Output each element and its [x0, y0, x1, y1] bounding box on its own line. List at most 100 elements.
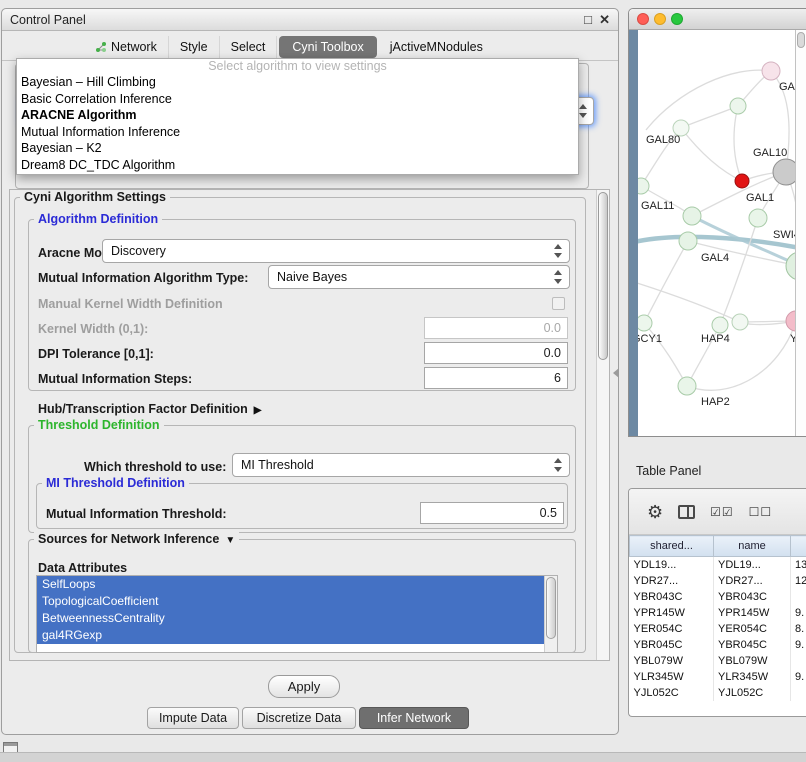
table-cell[interactable]: YLR345W	[630, 669, 714, 685]
close-icon[interactable]: ✕	[599, 12, 610, 28]
list-item-selected[interactable]: TopologicalCoefficient	[37, 593, 544, 610]
table-cell[interactable]: YPR145W	[714, 605, 791, 621]
scrollbar-thumb[interactable]	[797, 32, 805, 48]
list-item-selected[interactable]: gal4RGexp	[37, 627, 544, 644]
control-panel-titlebar[interactable]: Control Panel □ ✕	[2, 9, 618, 31]
tab-discretize-data[interactable]: Discretize Data	[242, 707, 356, 729]
network-node-gal11[interactable]	[683, 207, 701, 225]
network-scrollbar[interactable]	[795, 30, 806, 436]
table-row[interactable]: YBL079WYBL079W	[630, 653, 806, 669]
network-node[interactable]	[762, 62, 780, 80]
minimize-traffic-light-icon[interactable]	[654, 13, 666, 25]
mi-type-combobox[interactable]: Naive Bayes	[268, 265, 570, 289]
network-node-swi4[interactable]	[786, 252, 795, 280]
menu-item-dream8[interactable]: Dream8 DC_TDC Algorithm	[17, 157, 578, 174]
table-cell[interactable]: 8.	[791, 621, 806, 637]
network-node-selected[interactable]	[735, 174, 749, 188]
table-row[interactable]: YDR27...YDR27...12	[630, 573, 806, 589]
table-cell[interactable]: YBL079W	[630, 653, 714, 669]
list-item-selected[interactable]: SelfLoops	[37, 576, 544, 593]
table-row[interactable]: YPR145WYPR145W9.	[630, 605, 806, 621]
tab-network[interactable]: Network	[84, 36, 169, 58]
network-node[interactable]	[638, 178, 649, 194]
table-cell[interactable]: YBR045C	[630, 637, 714, 653]
network-node-gal1[interactable]	[749, 209, 767, 227]
network-edge[interactable]	[644, 241, 688, 323]
network-node-gal10[interactable]	[773, 159, 795, 185]
table-cell[interactable]: 9.	[791, 605, 806, 621]
network-edge[interactable]	[681, 106, 738, 128]
network-edge-highlighted[interactable]	[638, 237, 795, 248]
network-canvas[interactable]: GAL GAL80 GAL10 GAL11 GAL1 SWI4 GAL4 GCY…	[638, 30, 795, 436]
zoom-traffic-light-icon[interactable]	[671, 13, 683, 25]
table-cell[interactable]: YDL19...	[714, 557, 791, 573]
tab-infer-network[interactable]: Infer Network	[359, 707, 469, 729]
table-cell[interactable]: YDL19...	[630, 557, 714, 573]
table-cell[interactable]: YJL052C	[714, 685, 791, 701]
table-cell[interactable]: YPR145W	[630, 605, 714, 621]
table-cell[interactable]: 9.	[791, 637, 806, 653]
table-cell[interactable]: YER054C	[630, 621, 714, 637]
table-cell[interactable]	[791, 589, 806, 605]
network-node-hap2[interactable]	[678, 377, 696, 395]
settings-scrollbar[interactable]	[596, 190, 609, 660]
mi-threshold-field[interactable]: 0.5	[420, 502, 564, 524]
menu-item-aracne[interactable]: ARACNE Algorithm	[17, 107, 578, 124]
network-edge[interactable]	[734, 106, 742, 181]
network-node[interactable]	[730, 98, 746, 114]
network-node[interactable]	[732, 314, 748, 330]
close-traffic-light-icon[interactable]	[637, 13, 649, 25]
table-cell[interactable]: YDR27...	[714, 573, 791, 589]
unchecked-boxes-icon[interactable]: ☐☐	[749, 506, 773, 518]
select-columns-icon[interactable]	[678, 505, 695, 519]
tab-jactivemnodules[interactable]: jActiveMNodules	[379, 36, 494, 58]
checked-boxes-icon[interactable]: ☑☑	[710, 506, 734, 518]
table-cell[interactable]: 12	[791, 573, 806, 589]
table-cell[interactable]: YBR043C	[630, 589, 714, 605]
table-cell[interactable]: YER054C	[714, 621, 791, 637]
column-header-name[interactable]: name	[714, 536, 791, 557]
list-item-selected[interactable]: BetweennessCentrality	[37, 610, 544, 627]
table-cell[interactable]: YDR27...	[630, 573, 714, 589]
network-window-titlebar[interactable]	[629, 9, 806, 30]
network-node-gal4[interactable]	[679, 232, 697, 250]
list-scrollbar[interactable]	[544, 576, 557, 652]
network-edge[interactable]	[786, 172, 795, 266]
table-row[interactable]: YBR043CYBR043C	[630, 589, 806, 605]
table-cell[interactable]: YLR345W	[714, 669, 791, 685]
dpi-tolerance-field[interactable]: 0.0	[424, 342, 568, 364]
panel-splitter-handle[interactable]	[613, 368, 619, 378]
table-cell[interactable]: YBR043C	[714, 589, 791, 605]
table-row[interactable]: YDL19...YDL19...13	[630, 557, 806, 573]
hub-tf-definition-toggle[interactable]: Hub/Transcription Factor Definition▶	[38, 401, 261, 417]
table-cell[interactable]: YJL052C	[630, 685, 714, 701]
scrollbar-thumb[interactable]	[598, 192, 608, 360]
table-row[interactable]: YER054CYER054C8.	[630, 621, 806, 637]
table-cell[interactable]: YBR045C	[714, 637, 791, 653]
apply-button[interactable]: Apply	[268, 675, 340, 698]
which-threshold-combobox[interactable]: MI Threshold	[232, 453, 570, 477]
tab-style[interactable]: Style	[169, 36, 220, 58]
data-attributes-list[interactable]: SelfLoops TopologicalCoefficient Between…	[36, 575, 558, 653]
network-edge[interactable]	[681, 128, 742, 181]
menu-item-mutual-information[interactable]: Mutual Information Inference	[17, 124, 578, 141]
network-node-hap4[interactable]	[712, 317, 728, 333]
table-row[interactable]: YLR345WYLR345W9.	[630, 669, 806, 685]
tab-impute-data[interactable]: Impute Data	[147, 707, 239, 729]
tab-select[interactable]: Select	[220, 36, 278, 58]
menu-item-basic-correlation[interactable]: Basic Correlation Inference	[17, 91, 578, 108]
table-cell[interactable]: 13	[791, 557, 806, 573]
aracne-mode-combobox[interactable]: Discovery	[102, 239, 570, 263]
network-edge[interactable]	[638, 282, 740, 322]
table-cell[interactable]: YBL079W	[714, 653, 791, 669]
sources-group-toggle[interactable]: Sources for Network Inference▼	[34, 532, 239, 546]
float-window-icon[interactable]: □	[584, 12, 592, 27]
gear-icon[interactable]: ⚙	[647, 503, 663, 521]
table-row[interactable]: YBR045CYBR045C9.	[630, 637, 806, 653]
menu-item-bayesian-k2[interactable]: Bayesian – K2	[17, 140, 578, 157]
scrollbar-thumb[interactable]	[546, 577, 556, 639]
column-header[interactable]	[791, 536, 806, 557]
tab-cyni-toolbox[interactable]: Cyni Toolbox	[279, 36, 376, 58]
table-cell[interactable]: 9.	[791, 669, 806, 685]
table-cell[interactable]	[791, 685, 806, 701]
